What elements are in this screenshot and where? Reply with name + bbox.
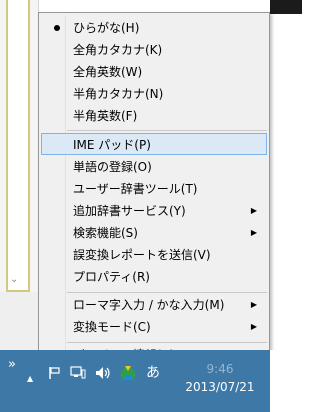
menu-separator — [67, 342, 267, 343]
menu-item-label: 単語の登録(O) — [73, 160, 152, 174]
background-window: ⌄ — [0, 0, 39, 350]
action-center-flag-icon[interactable] — [48, 366, 62, 380]
scrollbar-track[interactable] — [6, 0, 30, 292]
menu-item-label: 追加辞書サービス(Y) — [73, 204, 186, 218]
menu-item-search-function[interactable]: 検索機能(S) ▶ — [41, 222, 267, 244]
volume-icon[interactable] — [95, 366, 111, 380]
menu-item-romaji-kana-input[interactable]: ローマ字入力 / かな入力(M) ▶ — [41, 294, 267, 316]
menu-item-label: 誤変換レポートを送信(V) — [73, 248, 211, 262]
menu-item-halfwidth-alphanumeric[interactable]: 半角英数(F) — [41, 105, 267, 127]
taskbar-overflow-icon[interactable]: » — [8, 358, 16, 372]
menu-separator — [67, 130, 267, 131]
menu-item-label: 全角英数(W) — [73, 65, 143, 79]
menu-item-hiragana[interactable]: ひらがな(H) — [41, 17, 267, 39]
menu-item-label: ユーザー辞書ツール(T) — [73, 182, 198, 196]
menu-item-label: プロパティ(R) — [73, 270, 150, 284]
submenu-arrow-icon: ▶ — [250, 300, 257, 309]
submenu-arrow-icon: ▶ — [250, 322, 257, 331]
system-clock[interactable]: 9:46 2013/07/21 — [170, 360, 270, 396]
desktop-corner — [270, 350, 302, 412]
ime-context-menu: ひらがな(H) 全角カタカナ(K) 全角英数(W) 半角カタカナ(N) 半角英数… — [38, 12, 270, 371]
menu-item-properties[interactable]: プロパティ(R) — [41, 266, 267, 288]
menu-item-label: 半角カタカナ(N) — [73, 87, 164, 101]
menu-item-label: ローマ字入力 / かな入力(M) — [73, 298, 225, 312]
menu-item-send-misconversion-report[interactable]: 誤変換レポートを送信(V) — [41, 244, 267, 266]
radio-checked-icon — [54, 25, 60, 31]
menu-separator — [67, 292, 267, 293]
scroll-down-icon[interactable]: ⌄ — [10, 274, 18, 285]
clock-time: 9:46 — [206, 362, 234, 376]
menu-item-conversion-mode[interactable]: 変換モード(C) ▶ — [41, 316, 267, 338]
menu-item-register-word[interactable]: 単語の登録(O) — [41, 156, 267, 178]
menu-item-label: ひらがな(H) — [73, 21, 140, 35]
menu-item-label: IME パッド(P) — [73, 138, 151, 152]
menu-item-label: 変換モード(C) — [73, 320, 151, 334]
menu-item-halfwidth-katakana[interactable]: 半角カタカナ(N) — [41, 83, 267, 105]
clock-date: 2013/07/21 — [185, 380, 255, 394]
menu-item-ime-pad[interactable]: IME パッド(P) — [41, 133, 267, 155]
background-right-strip — [270, 14, 302, 350]
menu-item-label: 全角カタカナ(K) — [73, 43, 163, 57]
network-icon[interactable] — [70, 366, 86, 380]
menu-item-user-dictionary-tool[interactable]: ユーザー辞書ツール(T) — [41, 178, 267, 200]
menu-item-fullwidth-alphanumeric[interactable]: 全角英数(W) — [41, 61, 267, 83]
submenu-arrow-icon: ▶ — [250, 206, 257, 215]
window-bottom-area — [0, 292, 38, 350]
show-hidden-icons-icon[interactable]: ▲ — [27, 372, 33, 386]
menu-item-label: 検索機能(S) — [73, 226, 138, 240]
submenu-arrow-icon: ▶ — [250, 228, 257, 237]
ime-mode-indicator[interactable]: あ — [146, 366, 160, 380]
google-drive-icon[interactable] — [120, 365, 136, 381]
menu-item-additional-dictionary-services[interactable]: 追加辞書サービス(Y) ▶ — [41, 200, 267, 222]
menu-item-fullwidth-katakana[interactable]: 全角カタカナ(K) — [41, 39, 267, 61]
background-window-corner — [270, 0, 302, 14]
menu-item-label: 半角英数(F) — [73, 109, 138, 123]
